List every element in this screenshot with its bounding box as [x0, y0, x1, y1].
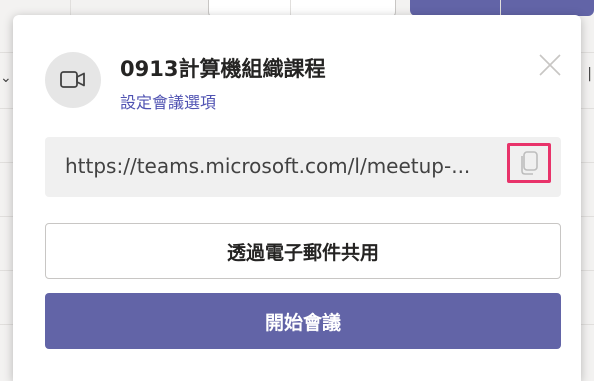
close-icon — [539, 54, 561, 76]
copy-icon — [521, 151, 538, 175]
meeting-options-link[interactable]: 設定會議選項 — [120, 89, 216, 113]
meeting-title: 0913計算機組織課程 — [120, 57, 326, 81]
close-button[interactable] — [538, 53, 562, 77]
meeting-dialog: 0913計算機組織課程 設定會議選項 https://teams.microso… — [13, 15, 581, 381]
background-button-filled — [410, 0, 594, 16]
video-camera-icon — [60, 71, 85, 88]
meeting-avatar — [45, 52, 101, 108]
chevron-down-icon: ⌄ — [0, 70, 12, 86]
share-via-email-button[interactable]: 透過電子郵件共用 — [45, 223, 561, 279]
meeting-link-field[interactable]: https://teams.microsoft.com/l/meetup-... — [45, 137, 561, 197]
background-edge-glyph: | — [587, 66, 592, 82]
meeting-url: https://teams.microsoft.com/l/meetup-... — [65, 154, 471, 178]
start-meeting-button[interactable]: 開始會議 — [45, 293, 561, 349]
copy-link-button[interactable] — [507, 143, 551, 183]
